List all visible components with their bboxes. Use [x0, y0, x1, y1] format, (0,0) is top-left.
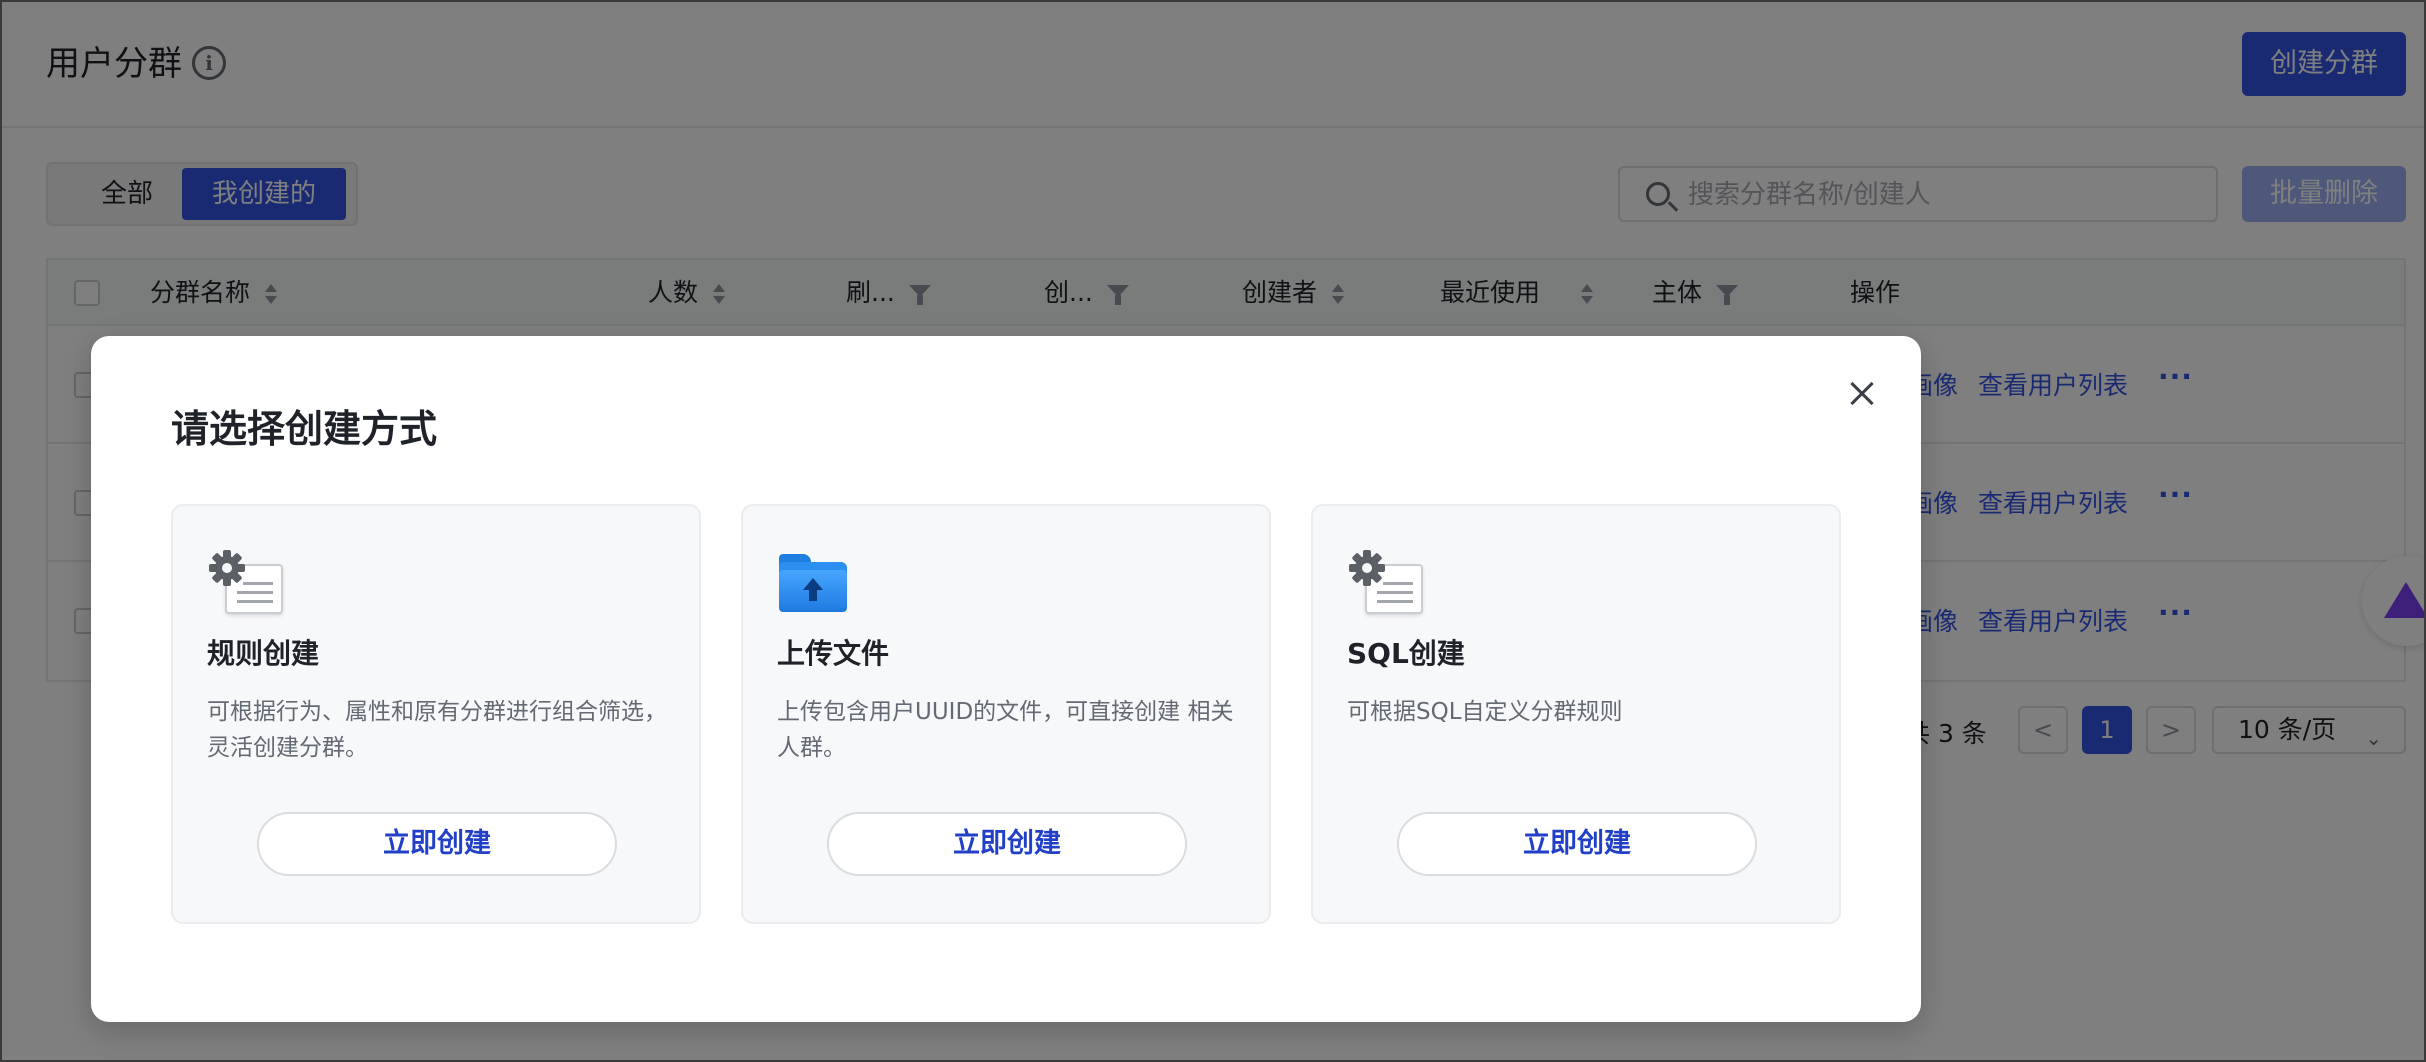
create-now-button[interactable]: 立即创建	[1397, 812, 1757, 876]
card-description: 可根据行为、属性和原有分群进行组合筛选，灵活创建分群。	[207, 699, 667, 761]
card-description: 可根据SQL自定义分群规则	[1347, 699, 1623, 725]
create-now-button[interactable]: 立即创建	[827, 812, 1187, 876]
create-method-modal: 请选择创建方式 规则创建 可根据行为、属性和原有分群进行组合筛选，灵活创建分群。…	[91, 336, 1921, 1022]
upload-folder-icon	[779, 550, 855, 616]
card-title: SQL创建	[1347, 637, 1465, 670]
gear-document-icon	[209, 550, 285, 616]
card-title: 上传文件	[777, 637, 890, 670]
rule-create-card: 规则创建 可根据行为、属性和原有分群进行组合筛选，灵活创建分群。 立即创建	[171, 504, 701, 924]
upload-file-card: 上传文件 上传包含用户UUID的文件，可直接创建 相关人群。 立即创建	[741, 504, 1271, 924]
card-title: 规则创建	[207, 637, 320, 670]
gear-document-icon	[1349, 550, 1425, 616]
card-description: 上传包含用户UUID的文件，可直接创建 相关人群。	[777, 699, 1234, 761]
close-icon[interactable]	[1843, 374, 1883, 414]
sql-create-card: SQL创建 可根据SQL自定义分群规则 立即创建	[1311, 504, 1841, 924]
create-now-button[interactable]: 立即创建	[257, 812, 617, 876]
modal-title: 请选择创建方式	[171, 407, 438, 451]
